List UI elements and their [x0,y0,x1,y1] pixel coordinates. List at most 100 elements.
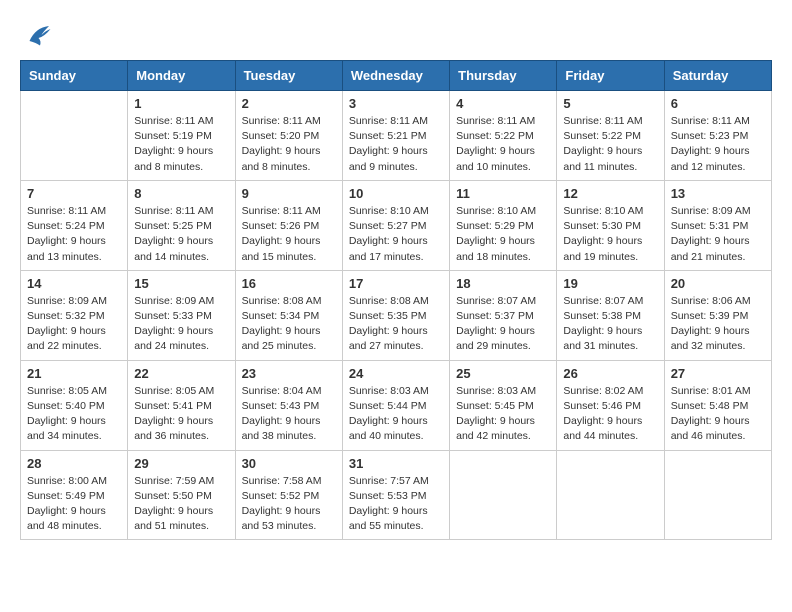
calendar-cell: 7 Sunrise: 8:11 AMSunset: 5:24 PMDaylight… [21,180,128,270]
day-number: 19 [563,276,657,291]
day-info: Sunrise: 8:11 AMSunset: 5:22 PMDaylight:… [563,114,657,175]
day-number: 6 [671,96,765,111]
day-number: 14 [27,276,121,291]
day-info: Sunrise: 8:11 AMSunset: 5:23 PMDaylight:… [671,114,765,175]
calendar-cell: 19 Sunrise: 8:07 AMSunset: 5:38 PMDayligh… [557,270,664,360]
day-info: Sunrise: 8:09 AMSunset: 5:33 PMDaylight:… [134,294,228,355]
day-number: 28 [27,456,121,471]
calendar-cell: 16 Sunrise: 8:08 AMSunset: 5:34 PMDayligh… [235,270,342,360]
day-number: 25 [456,366,550,381]
calendar-cell: 30 Sunrise: 7:58 AMSunset: 5:52 PMDayligh… [235,450,342,540]
day-info: Sunrise: 8:11 AMSunset: 5:25 PMDaylight:… [134,204,228,265]
page-header [20,20,772,50]
day-info: Sunrise: 8:11 AMSunset: 5:20 PMDaylight:… [242,114,336,175]
calendar-cell: 27 Sunrise: 8:01 AMSunset: 5:48 PMDayligh… [664,360,771,450]
day-info: Sunrise: 8:11 AMSunset: 5:19 PMDaylight:… [134,114,228,175]
day-header-friday: Friday [557,61,664,91]
calendar-cell: 11 Sunrise: 8:10 AMSunset: 5:29 PMDayligh… [450,180,557,270]
day-info: Sunrise: 8:07 AMSunset: 5:38 PMDaylight:… [563,294,657,355]
calendar-cell: 6 Sunrise: 8:11 AMSunset: 5:23 PMDaylight… [664,91,771,181]
day-info: Sunrise: 8:10 AMSunset: 5:27 PMDaylight:… [349,204,443,265]
calendar-week-row: 14Sunrise: 8:09 AMSunset: 5:32 PMDayligh… [21,270,772,360]
day-info: Sunrise: 8:11 AMSunset: 5:24 PMDaylight:… [27,204,121,265]
day-header-wednesday: Wednesday [342,61,449,91]
day-header-sunday: Sunday [21,61,128,91]
day-info: Sunrise: 8:05 AMSunset: 5:40 PMDaylight:… [27,384,121,445]
calendar-cell [557,450,664,540]
day-number: 11 [456,186,550,201]
calendar-cell: 5 Sunrise: 8:11 AMSunset: 5:22 PMDaylight… [557,91,664,181]
calendar-cell: 26Sunrise: 8:02 AMSunset: 5:46 PMDayligh… [557,360,664,450]
calendar-cell: 20 Sunrise: 8:06 AMSunset: 5:39 PMDayligh… [664,270,771,360]
day-number: 5 [563,96,657,111]
day-info: Sunrise: 7:58 AMSunset: 5:52 PMDaylight:… [242,474,336,535]
calendar-table: SundayMondayTuesdayWednesdayThursdayFrid… [20,60,772,540]
calendar-cell: 10Sunrise: 8:10 AMSunset: 5:27 PMDayligh… [342,180,449,270]
calendar-cell: 31 Sunrise: 7:57 AMSunset: 5:53 PMDayligh… [342,450,449,540]
calendar-cell: 2 Sunrise: 8:11 AMSunset: 5:20 PMDaylight… [235,91,342,181]
day-info: Sunrise: 8:11 AMSunset: 5:21 PMDaylight:… [349,114,443,175]
calendar-cell: 21Sunrise: 8:05 AMSunset: 5:40 PMDayligh… [21,360,128,450]
calendar-cell: 23Sunrise: 8:04 AMSunset: 5:43 PMDayligh… [235,360,342,450]
logo-bird-icon [22,20,52,50]
day-number: 15 [134,276,228,291]
day-number: 13 [671,186,765,201]
day-info: Sunrise: 7:57 AMSunset: 5:53 PMDaylight:… [349,474,443,535]
day-info: Sunrise: 8:09 AMSunset: 5:31 PMDaylight:… [671,204,765,265]
calendar-cell: 28 Sunrise: 8:00 AMSunset: 5:49 PMDayligh… [21,450,128,540]
calendar-cell [450,450,557,540]
calendar-cell: 29 Sunrise: 7:59 AMSunset: 5:50 PMDayligh… [128,450,235,540]
day-number: 3 [349,96,443,111]
calendar-week-row: 28 Sunrise: 8:00 AMSunset: 5:49 PMDayligh… [21,450,772,540]
day-info: Sunrise: 8:10 AMSunset: 5:29 PMDaylight:… [456,204,550,265]
day-number: 22 [134,366,228,381]
calendar-cell: 24 Sunrise: 8:03 AMSunset: 5:44 PMDayligh… [342,360,449,450]
day-number: 17 [349,276,443,291]
day-info: Sunrise: 8:07 AMSunset: 5:37 PMDaylight:… [456,294,550,355]
calendar-cell: 13 Sunrise: 8:09 AMSunset: 5:31 PMDayligh… [664,180,771,270]
day-number: 18 [456,276,550,291]
calendar-cell: 1 Sunrise: 8:11 AMSunset: 5:19 PMDaylight… [128,91,235,181]
calendar-cell: 12 Sunrise: 8:10 AMSunset: 5:30 PMDayligh… [557,180,664,270]
calendar-cell: 4Sunrise: 8:11 AMSunset: 5:22 PMDaylight… [450,91,557,181]
calendar-week-row: 7 Sunrise: 8:11 AMSunset: 5:24 PMDaylight… [21,180,772,270]
day-number: 27 [671,366,765,381]
day-number: 4 [456,96,550,111]
day-number: 30 [242,456,336,471]
day-number: 16 [242,276,336,291]
calendar-cell: 25 Sunrise: 8:03 AMSunset: 5:45 PMDayligh… [450,360,557,450]
day-number: 1 [134,96,228,111]
day-info: Sunrise: 8:01 AMSunset: 5:48 PMDaylight:… [671,384,765,445]
day-info: Sunrise: 8:06 AMSunset: 5:39 PMDaylight:… [671,294,765,355]
day-info: Sunrise: 8:04 AMSunset: 5:43 PMDaylight:… [242,384,336,445]
day-info: Sunrise: 8:03 AMSunset: 5:45 PMDaylight:… [456,384,550,445]
day-number: 2 [242,96,336,111]
day-info: Sunrise: 8:08 AMSunset: 5:35 PMDaylight:… [349,294,443,355]
calendar-week-row: 1 Sunrise: 8:11 AMSunset: 5:19 PMDaylight… [21,91,772,181]
day-number: 7 [27,186,121,201]
day-header-saturday: Saturday [664,61,771,91]
day-number: 9 [242,186,336,201]
day-info: Sunrise: 8:00 AMSunset: 5:49 PMDaylight:… [27,474,121,535]
day-header-monday: Monday [128,61,235,91]
day-number: 24 [349,366,443,381]
day-header-thursday: Thursday [450,61,557,91]
day-info: Sunrise: 7:59 AMSunset: 5:50 PMDaylight:… [134,474,228,535]
day-number: 20 [671,276,765,291]
calendar-cell: 22 Sunrise: 8:05 AMSunset: 5:41 PMDayligh… [128,360,235,450]
day-number: 8 [134,186,228,201]
calendar-cell [664,450,771,540]
day-info: Sunrise: 8:10 AMSunset: 5:30 PMDaylight:… [563,204,657,265]
day-number: 29 [134,456,228,471]
day-info: Sunrise: 8:03 AMSunset: 5:44 PMDaylight:… [349,384,443,445]
calendar-cell: 9Sunrise: 8:11 AMSunset: 5:26 PMDaylight… [235,180,342,270]
calendar-cell: 3 Sunrise: 8:11 AMSunset: 5:21 PMDaylight… [342,91,449,181]
day-number: 31 [349,456,443,471]
calendar-cell: 15 Sunrise: 8:09 AMSunset: 5:33 PMDayligh… [128,270,235,360]
calendar-cell [21,91,128,181]
day-info: Sunrise: 8:05 AMSunset: 5:41 PMDaylight:… [134,384,228,445]
calendar-cell: 17 Sunrise: 8:08 AMSunset: 5:35 PMDayligh… [342,270,449,360]
day-number: 12 [563,186,657,201]
calendar-cell: 8 Sunrise: 8:11 AMSunset: 5:25 PMDaylight… [128,180,235,270]
day-info: Sunrise: 8:08 AMSunset: 5:34 PMDaylight:… [242,294,336,355]
